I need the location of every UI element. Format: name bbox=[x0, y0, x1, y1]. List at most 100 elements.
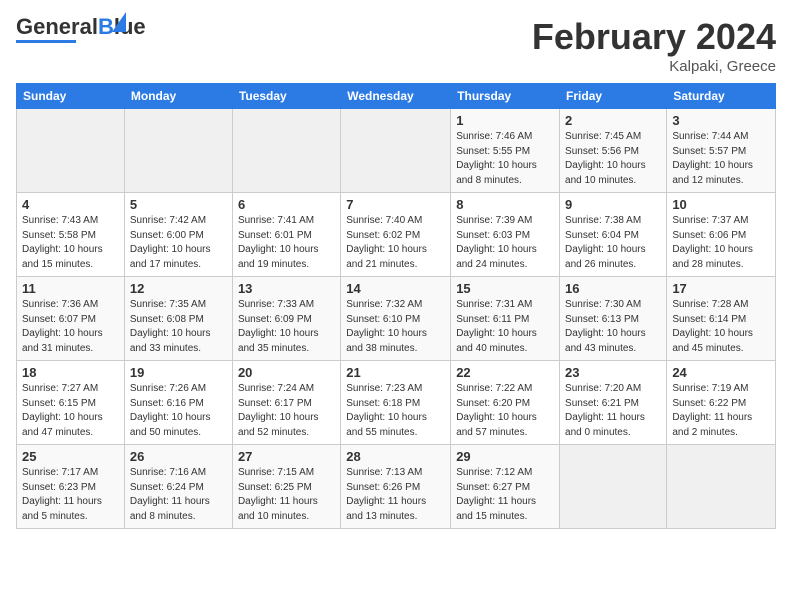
day-number: 15 bbox=[456, 281, 554, 296]
calendar-cell: 17 Sunrise: 7:28 AM Sunset: 6:14 PM Dayli… bbox=[667, 277, 776, 361]
calendar-cell bbox=[17, 109, 125, 193]
calendar-cell: 24 Sunrise: 7:19 AM Sunset: 6:22 PM Dayli… bbox=[667, 361, 776, 445]
day-info: Sunrise: 7:13 AM Sunset: 6:26 PM Dayligh… bbox=[346, 466, 445, 524]
calendar-cell bbox=[341, 109, 451, 193]
calendar-cell: 28Sunrise: 7:13 AM Sunset: 6:26 PM Dayli… bbox=[341, 445, 451, 529]
col-header-tuesday: Tuesday bbox=[232, 84, 340, 109]
day-number: 9 bbox=[565, 197, 661, 212]
day-info: Sunrise: 7:44 AM Sunset: 5:57 PM Dayligh… bbox=[672, 130, 770, 188]
day-number: 3 bbox=[672, 113, 770, 128]
day-info: Sunrise: 7:15 AM Sunset: 6:25 PM Dayligh… bbox=[238, 466, 335, 524]
day-number: 25 bbox=[22, 449, 119, 464]
calendar-cell: 22Sunrise: 7:22 AM Sunset: 6:20 PM Dayli… bbox=[451, 361, 560, 445]
week-row-3: 11 Sunrise: 7:36 AM Sunset: 6:07 PM Dayli… bbox=[17, 277, 776, 361]
day-number: 24 bbox=[672, 365, 770, 380]
week-row-5: 25 Sunrise: 7:17 AM Sunset: 6:23 PM Dayli… bbox=[17, 445, 776, 529]
week-row-2: 4 Sunrise: 7:43 AM Sunset: 5:58 PM Daylig… bbox=[17, 193, 776, 277]
calendar-header-row: SundayMondayTuesdayWednesdayThursdayFrid… bbox=[17, 84, 776, 109]
day-info: Sunrise: 7:42 AM Sunset: 6:00 PM Dayligh… bbox=[130, 214, 227, 272]
page-header: General B lue February 2024 Kalpaki, Gre… bbox=[16, 16, 776, 75]
day-number: 27 bbox=[238, 449, 335, 464]
calendar-cell bbox=[667, 445, 776, 529]
col-header-saturday: Saturday bbox=[667, 84, 776, 109]
day-info: Sunrise: 7:45 AM Sunset: 5:56 PM Dayligh… bbox=[565, 130, 661, 188]
col-header-sunday: Sunday bbox=[17, 84, 125, 109]
col-header-friday: Friday bbox=[560, 84, 667, 109]
day-number: 11 bbox=[22, 281, 119, 296]
calendar-cell bbox=[124, 109, 232, 193]
day-number: 4 bbox=[22, 197, 119, 212]
day-info: Sunrise: 7:37 AM Sunset: 6:06 PM Dayligh… bbox=[672, 214, 770, 272]
calendar-cell: 23 Sunrise: 7:20 AM Sunset: 6:21 PM Dayli… bbox=[560, 361, 667, 445]
day-number: 7 bbox=[346, 197, 445, 212]
day-number: 29 bbox=[456, 449, 554, 464]
day-info: Sunrise: 7:22 AM Sunset: 6:20 PM Dayligh… bbox=[456, 382, 554, 440]
calendar-cell: 6 Sunrise: 7:41 AM Sunset: 6:01 PM Daylig… bbox=[232, 193, 340, 277]
day-info: Sunrise: 7:19 AM Sunset: 6:22 PM Dayligh… bbox=[672, 382, 770, 440]
week-row-4: 18Sunrise: 7:27 AM Sunset: 6:15 PM Dayli… bbox=[17, 361, 776, 445]
day-info: Sunrise: 7:12 AM Sunset: 6:27 PM Dayligh… bbox=[456, 466, 554, 524]
calendar-cell: 21 Sunrise: 7:23 AM Sunset: 6:18 PM Dayli… bbox=[341, 361, 451, 445]
day-info: Sunrise: 7:35 AM Sunset: 6:08 PM Dayligh… bbox=[130, 298, 227, 356]
day-info: Sunrise: 7:32 AM Sunset: 6:10 PM Dayligh… bbox=[346, 298, 445, 356]
day-info: Sunrise: 7:36 AM Sunset: 6:07 PM Dayligh… bbox=[22, 298, 119, 356]
calendar-cell: 16 Sunrise: 7:30 AM Sunset: 6:13 PM Dayli… bbox=[560, 277, 667, 361]
day-info: Sunrise: 7:17 AM Sunset: 6:23 PM Dayligh… bbox=[22, 466, 119, 524]
calendar-cell bbox=[560, 445, 667, 529]
day-number: 20 bbox=[238, 365, 335, 380]
calendar-cell: 14 Sunrise: 7:32 AM Sunset: 6:10 PM Dayli… bbox=[341, 277, 451, 361]
month-title: February 2024 bbox=[532, 16, 776, 58]
day-number: 5 bbox=[130, 197, 227, 212]
day-number: 18 bbox=[22, 365, 119, 380]
day-info: Sunrise: 7:20 AM Sunset: 6:21 PM Dayligh… bbox=[565, 382, 661, 440]
calendar-table: SundayMondayTuesdayWednesdayThursdayFrid… bbox=[16, 83, 776, 529]
calendar-cell: 25 Sunrise: 7:17 AM Sunset: 6:23 PM Dayli… bbox=[17, 445, 125, 529]
day-info: Sunrise: 7:39 AM Sunset: 6:03 PM Dayligh… bbox=[456, 214, 554, 272]
day-number: 10 bbox=[672, 197, 770, 212]
day-number: 6 bbox=[238, 197, 335, 212]
day-info: Sunrise: 7:23 AM Sunset: 6:18 PM Dayligh… bbox=[346, 382, 445, 440]
day-info: Sunrise: 7:41 AM Sunset: 6:01 PM Dayligh… bbox=[238, 214, 335, 272]
day-number: 16 bbox=[565, 281, 661, 296]
calendar-cell: 13Sunrise: 7:33 AM Sunset: 6:09 PM Dayli… bbox=[232, 277, 340, 361]
logo: General B lue bbox=[16, 16, 146, 43]
calendar-cell: 4 Sunrise: 7:43 AM Sunset: 5:58 PM Daylig… bbox=[17, 193, 125, 277]
day-number: 8 bbox=[456, 197, 554, 212]
day-number: 19 bbox=[130, 365, 227, 380]
calendar-cell: 2 Sunrise: 7:45 AM Sunset: 5:56 PM Daylig… bbox=[560, 109, 667, 193]
day-number: 17 bbox=[672, 281, 770, 296]
day-info: Sunrise: 7:38 AM Sunset: 6:04 PM Dayligh… bbox=[565, 214, 661, 272]
day-number: 2 bbox=[565, 113, 661, 128]
calendar-cell: 12 Sunrise: 7:35 AM Sunset: 6:08 PM Dayli… bbox=[124, 277, 232, 361]
calendar-cell: 15 Sunrise: 7:31 AM Sunset: 6:11 PM Dayli… bbox=[451, 277, 560, 361]
col-header-thursday: Thursday bbox=[451, 84, 560, 109]
calendar-cell: 20 Sunrise: 7:24 AM Sunset: 6:17 PM Dayli… bbox=[232, 361, 340, 445]
day-number: 23 bbox=[565, 365, 661, 380]
calendar-cell: 3 Sunrise: 7:44 AM Sunset: 5:57 PM Daylig… bbox=[667, 109, 776, 193]
col-header-monday: Monday bbox=[124, 84, 232, 109]
day-info: Sunrise: 7:16 AM Sunset: 6:24 PM Dayligh… bbox=[130, 466, 227, 524]
day-info: Sunrise: 7:33 AM Sunset: 6:09 PM Dayligh… bbox=[238, 298, 335, 356]
day-info: Sunrise: 7:28 AM Sunset: 6:14 PM Dayligh… bbox=[672, 298, 770, 356]
calendar-cell: 11 Sunrise: 7:36 AM Sunset: 6:07 PM Dayli… bbox=[17, 277, 125, 361]
day-number: 26 bbox=[130, 449, 227, 464]
location-title: Kalpaki, Greece bbox=[532, 58, 776, 75]
day-number: 12 bbox=[130, 281, 227, 296]
calendar-cell: 7Sunrise: 7:40 AM Sunset: 6:02 PM Daylig… bbox=[341, 193, 451, 277]
day-info: Sunrise: 7:30 AM Sunset: 6:13 PM Dayligh… bbox=[565, 298, 661, 356]
calendar-cell: 10 Sunrise: 7:37 AM Sunset: 6:06 PM Dayli… bbox=[667, 193, 776, 277]
day-info: Sunrise: 7:24 AM Sunset: 6:17 PM Dayligh… bbox=[238, 382, 335, 440]
logo-text: General B lue bbox=[16, 16, 146, 38]
day-info: Sunrise: 7:43 AM Sunset: 5:58 PM Dayligh… bbox=[22, 214, 119, 272]
day-number: 21 bbox=[346, 365, 445, 380]
logo-underline bbox=[16, 40, 76, 43]
day-info: Sunrise: 7:46 AM Sunset: 5:55 PM Dayligh… bbox=[456, 130, 554, 188]
calendar-cell: 26 Sunrise: 7:16 AM Sunset: 6:24 PM Dayli… bbox=[124, 445, 232, 529]
calendar-cell: 9 Sunrise: 7:38 AM Sunset: 6:04 PM Daylig… bbox=[560, 193, 667, 277]
calendar-cell: 27 Sunrise: 7:15 AM Sunset: 6:25 PM Dayli… bbox=[232, 445, 340, 529]
day-info: Sunrise: 7:31 AM Sunset: 6:11 PM Dayligh… bbox=[456, 298, 554, 356]
col-header-wednesday: Wednesday bbox=[341, 84, 451, 109]
day-number: 14 bbox=[346, 281, 445, 296]
calendar-cell: 1Sunrise: 7:46 AM Sunset: 5:55 PM Daylig… bbox=[451, 109, 560, 193]
calendar-cell: 19Sunrise: 7:26 AM Sunset: 6:16 PM Dayli… bbox=[124, 361, 232, 445]
